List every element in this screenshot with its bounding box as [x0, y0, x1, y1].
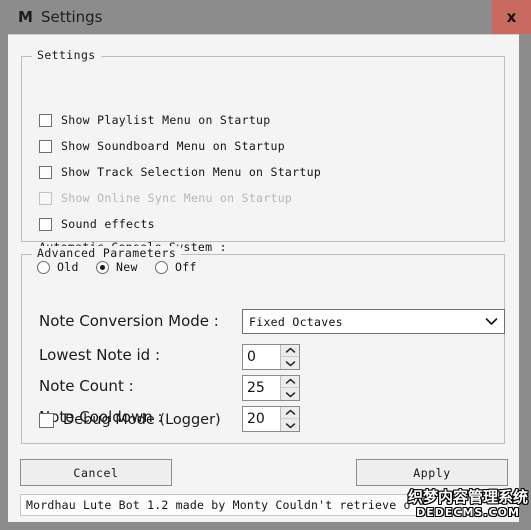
checkbox-show-soundboard-menu[interactable]: Show Soundboard Menu on Startup	[39, 139, 285, 153]
note-conversion-mode-select[interactable]: Fixed Octaves	[242, 309, 505, 334]
titlebar-drag-region[interactable]: M Settings	[0, 0, 492, 34]
checkbox-box-debug-mode[interactable]	[39, 412, 54, 428]
note-count-label: Note Count :	[39, 377, 134, 395]
checkbox-show-track-selection-menu[interactable]: Show Track Selection Menu on Startup	[39, 165, 321, 179]
stepper-up-icon-lowest-note-id[interactable]	[281, 345, 299, 357]
lowest-note-id-label: Lowest Note id :	[39, 346, 161, 364]
checkbox-debug-mode[interactable]: Debug Mode (Logger)	[39, 412, 221, 428]
settings-window: M Settings x Settings Show Playlist Menu…	[0, 0, 531, 530]
checkbox-label-debug-mode: Debug Mode (Logger)	[63, 412, 221, 428]
close-button[interactable]: x	[492, 0, 531, 34]
chevron-down-icon	[484, 315, 498, 329]
stepper-down-icon-note-cooldown[interactable]	[281, 419, 299, 431]
cancel-button[interactable]: Cancel	[20, 459, 172, 486]
note-conversion-mode-label: Note Conversion Mode :	[39, 312, 219, 330]
app-logo-icon: M	[18, 7, 33, 26]
checkbox-label-sound-effects: Sound effects	[61, 217, 155, 231]
note-cooldown-value[interactable]: 20	[243, 407, 280, 431]
checkbox-box-show-playlist-menu[interactable]	[39, 113, 52, 127]
lowest-note-id-stepper[interactable]: 0	[242, 344, 300, 370]
checkbox-label-show-playlist-menu: Show Playlist Menu on Startup	[61, 113, 271, 127]
checkbox-box-show-track-selection-menu[interactable]	[39, 165, 52, 179]
checkbox-box-sound-effects[interactable]	[39, 217, 52, 231]
window-title: Settings	[40, 8, 103, 26]
apply-button[interactable]: Apply	[356, 459, 508, 486]
stepper-down-icon-note-count[interactable]	[281, 388, 299, 400]
checkbox-label-show-soundboard-menu: Show Soundboard Menu on Startup	[61, 139, 285, 153]
stepper-down-icon-lowest-note-id[interactable]	[281, 357, 299, 369]
checkbox-box-show-online-sync-menu	[39, 191, 52, 205]
titlebar: M Settings x	[0, 0, 531, 34]
note-count-stepper[interactable]: 25	[242, 375, 300, 401]
lowest-note-id-value[interactable]: 0	[243, 345, 280, 369]
note-count-stepper-buttons	[280, 376, 299, 400]
status-bar: Mordhau Lute Bot 1.2 made by Monty Could…	[20, 494, 508, 516]
stepper-up-icon-note-cooldown[interactable]	[281, 407, 299, 419]
checkbox-label-show-online-sync-menu: Show Online Sync Menu on Startup	[61, 191, 293, 205]
stepper-up-icon-note-count[interactable]	[281, 376, 299, 388]
settings-groupbox-title: Settings	[32, 48, 101, 62]
checkbox-box-show-soundboard-menu[interactable]	[39, 139, 52, 153]
lowest-note-id-stepper-buttons	[280, 345, 299, 369]
note-cooldown-stepper[interactable]: 20	[242, 406, 300, 432]
note-count-value[interactable]: 25	[243, 376, 280, 400]
note-cooldown-stepper-buttons	[280, 407, 299, 431]
advanced-parameters-groupbox-title: Advanced Parameters	[32, 246, 182, 260]
status-bar-text: Mordhau Lute Bot 1.2 made by Monty Could…	[26, 498, 411, 512]
note-conversion-mode-value: Fixed Octaves	[249, 314, 343, 329]
checkbox-show-online-sync-menu: Show Online Sync Menu on Startup	[39, 191, 292, 205]
dialog-client-area: Settings Show Playlist Menu on Startup S…	[8, 34, 519, 522]
checkbox-show-playlist-menu[interactable]: Show Playlist Menu on Startup	[39, 113, 270, 127]
checkbox-sound-effects[interactable]: Sound effects	[39, 217, 155, 231]
checkbox-label-show-track-selection-menu: Show Track Selection Menu on Startup	[61, 165, 322, 179]
